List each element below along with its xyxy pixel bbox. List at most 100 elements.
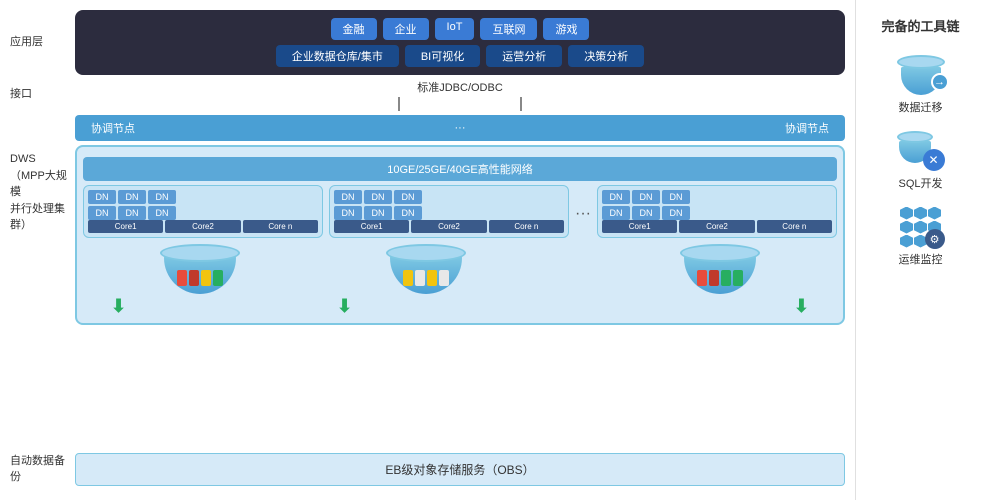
gear-icon: ⚙ [925,229,945,249]
app-tag-decision: 决策分析 [568,45,644,67]
storage-group-2 [313,244,539,294]
app-tag-game: 游戏 [543,18,589,40]
block-red3 [697,270,707,286]
obs-bar: EB级对象存储服务（OBS） [75,453,845,486]
right-sidebar: 完备的工具链 → 数据迁移 ✕ [855,0,985,500]
backup-label: 自动数据备份 [10,454,75,485]
app-tag-finance: 金融 [331,18,377,40]
tool-item-migration: → 数据迁移 [866,55,975,115]
core-cell: Core2 [165,220,240,233]
main-diagram: 应用层 金融 企业 IoT 互联网 游戏 企业数据仓库/集市 BI可视化 运营分… [0,0,855,500]
interface-layer-content: 标准JDBC/ODBC [75,79,845,111]
tool-item-sql: ✕ SQL开发 [866,131,975,191]
dws-layer-label: DWS （MPP大规模 并行处理集群） [10,145,75,234]
dn-cell: DN [334,206,362,220]
core-row-1: Core1 Core2 Core n [88,220,318,233]
block-white [415,270,425,286]
drum-3 [680,244,760,294]
app-tag-internet: 互联网 [480,18,537,40]
interface-text: 标准JDBC/ODBC [417,79,503,95]
sql-dev-icon: ✕ [897,131,945,171]
block-yellow [201,270,211,286]
interface-layer-label: 接口 [10,87,75,102]
dn-cell: DN [88,206,116,220]
ops-monitor-icon: ⚙ [897,207,945,247]
sql-wrench-icon: ✕ [923,149,945,171]
node-group-2: DN DN DN DN DN DN Core1 Core2 Core n [329,185,569,238]
block-green2 [721,270,731,286]
drum-top-3 [680,244,760,262]
coord-left: 协调节点 [91,120,135,136]
block-red2 [189,270,199,286]
app-tag-ops: 运营分析 [486,45,562,67]
sidebar-title: 完备的工具链 [866,16,975,35]
app-tag-iot: IoT [435,18,475,40]
dn-cell: DN [662,206,690,220]
tool-label-ops: 运维监控 [899,251,943,267]
drum-1 [160,244,240,294]
dws-layer-row: DWS （MPP大规模 并行处理集群） 10GE/25GE/40GE高性能网络 … [10,145,845,449]
hex-cell [900,221,913,234]
node-group-3: DN DN DN DN DN DN Core1 Core2 Core n [597,185,837,238]
block-yellow3 [427,270,437,286]
dn-cell: DN [602,190,630,204]
core-cell: Core1 [334,220,409,233]
core-cell: Core n [243,220,318,233]
tool-item-ops: ⚙ 运维监控 [866,207,975,267]
app-layer-row: 应用层 金融 企业 IoT 互联网 游戏 企业数据仓库/集市 BI可视化 运营分… [10,10,845,75]
app-row-1: 金融 企业 IoT 互联网 游戏 [85,18,835,40]
storage-group-3 [607,244,833,294]
core-row-2: Core1 Core2 Core n [334,220,564,233]
hex-cell [914,207,927,220]
coordinator-row: 协调节点 ··· 协调节点 [10,115,845,141]
dn-cell: DN [662,190,690,204]
hex-cell [900,207,913,220]
block-green [213,270,223,286]
coord-right: 协调节点 [785,120,829,136]
color-blocks-2 [403,270,449,286]
arrows-row: ⬇ ⬇ ⬇ [83,296,837,317]
coordinator-content: 协调节点 ··· 协调节点 [75,115,845,141]
tool-label-migration: 数据迁移 [899,99,943,115]
storage-group-1 [87,244,313,294]
app-row-2: 企业数据仓库/集市 BI可视化 运营分析 决策分析 [85,45,835,67]
dn-grid-1: DN DN DN DN DN DN [88,190,318,220]
node-dots: ··· [575,185,591,223]
interface-line: 标准JDBC/ODBC [75,79,845,111]
hex-cell [928,207,941,220]
dws-outer: 10GE/25GE/40GE高性能网络 DN DN DN DN DN DN [75,145,845,325]
node-group-1: DN DN DN DN DN DN Core1 Core2 Core n [83,185,323,238]
dn-cell: DN [394,190,422,204]
dn-cell: DN [118,206,146,220]
network-bar: 10GE/25GE/40GE高性能网络 [83,157,837,181]
dn-cell: DN [364,190,392,204]
obs-layer-row: 自动数据备份 EB级对象存储服务（OBS） [10,453,845,486]
block-red4 [709,270,719,286]
coordinator-bar: 协调节点 ··· 协调节点 [75,115,845,141]
drum-top-2 [386,244,466,262]
dn-cell: DN [632,206,660,220]
dn-cell: DN [632,190,660,204]
arrow-1: ⬇ [111,296,126,317]
app-tag-dw: 企业数据仓库/集市 [276,45,399,67]
dn-cell: DN [364,206,392,220]
storage-row [83,244,837,294]
block-green3 [733,270,743,286]
hex-cell [914,221,927,234]
dws-nodes-row: DN DN DN DN DN DN Core1 Core2 Core n [83,185,837,238]
database-migration-icon: → [897,55,945,95]
dn-cell: DN [602,206,630,220]
dn-cell: DN [88,190,116,204]
dws-layer-content: 10GE/25GE/40GE高性能网络 DN DN DN DN DN DN [75,145,845,325]
sql-db-top [897,131,933,143]
obs-content: EB级对象存储服务（OBS） [75,453,845,486]
db-top [897,55,945,69]
tool-label-sql: SQL开发 [898,175,942,191]
dn-cell: DN [394,206,422,220]
app-box: 金融 企业 IoT 互联网 游戏 企业数据仓库/集市 BI可视化 运营分析 决策… [75,10,845,75]
block-yellow2 [403,270,413,286]
app-tag-enterprise: 企业 [383,18,429,40]
app-layer-content: 金融 企业 IoT 互联网 游戏 企业数据仓库/集市 BI可视化 运营分析 决策… [75,10,845,75]
core-cell: Core n [757,220,832,233]
core-cell: Core1 [602,220,677,233]
